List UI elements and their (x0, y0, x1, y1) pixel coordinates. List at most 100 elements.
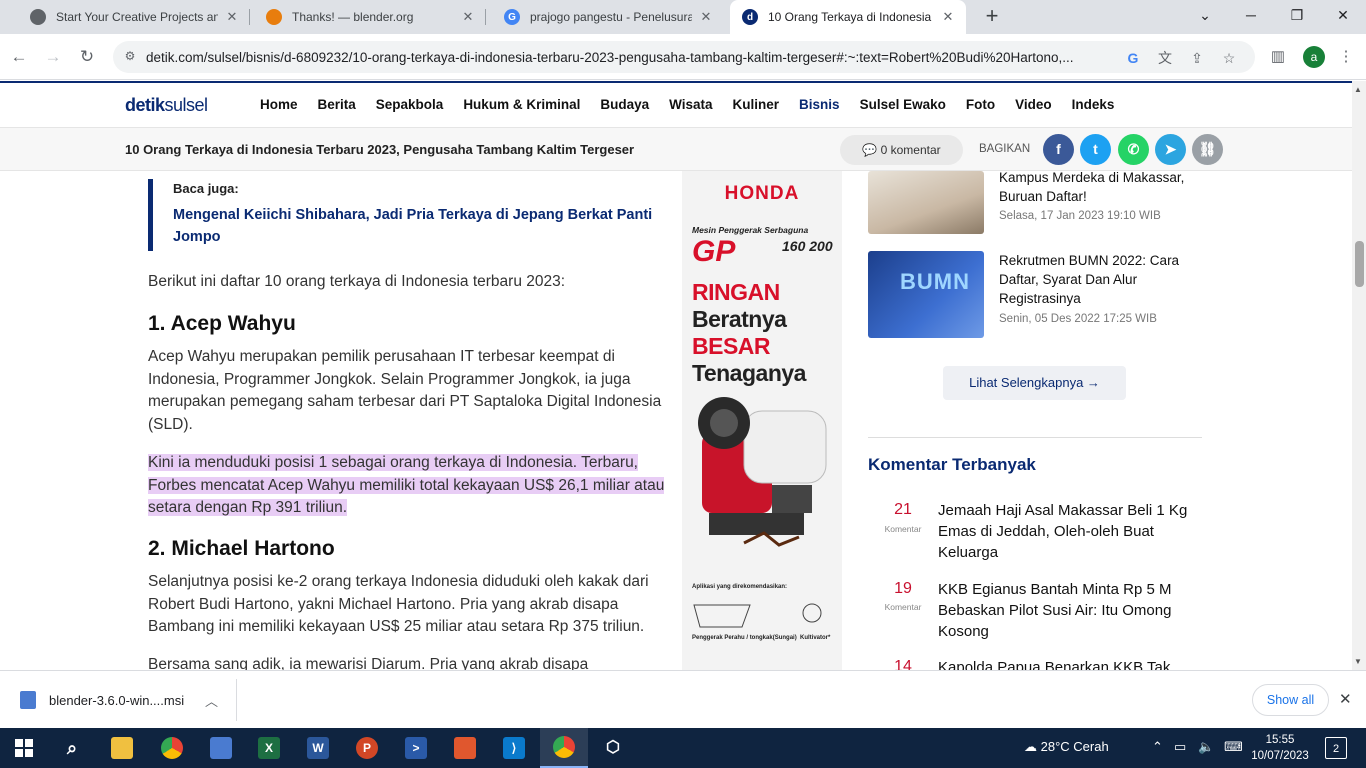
close-icon[interactable]: ✕ (1339, 690, 1352, 708)
nav-wisata[interactable]: Wisata (669, 97, 712, 112)
nav-berita[interactable]: Berita (318, 97, 356, 112)
komentar-count-3: 14 (894, 658, 912, 670)
volume-icon[interactable]: 🔈 (1198, 739, 1214, 755)
close-tab-icon[interactable]: ✕ (940, 9, 956, 25)
windows-logo-icon (15, 739, 33, 757)
side-panel-icon[interactable]: ▥ (1268, 47, 1288, 65)
download-filename[interactable]: blender-3.6.0-win....msi (49, 693, 184, 708)
unity-icon[interactable]: ⬡ (589, 728, 637, 768)
url-text[interactable]: detik.com/sulsel/bisnis/d-6809232/10-ora… (146, 50, 1136, 65)
twitter-icon[interactable]: t (1080, 134, 1111, 165)
lihat-selengkapnya-button[interactable]: Lihat Selengkapnya → (943, 366, 1126, 400)
heading-acep-wahyu: 1. Acep Wahyu (148, 312, 296, 335)
close-tab-icon[interactable]: ✕ (224, 9, 240, 25)
nav-video[interactable]: Video (1015, 97, 1052, 112)
show-all-button[interactable]: Show all (1252, 684, 1329, 716)
vscode-icon[interactable]: ⟩ (490, 728, 538, 768)
close-window-button[interactable]: ✕ (1320, 0, 1366, 30)
maximize-button[interactable]: ❐ (1274, 0, 1320, 30)
start-button[interactable] (0, 728, 48, 768)
google-lens-icon[interactable]: G (1123, 48, 1143, 68)
tab-detik-active[interactable]: d 10 Orang Terkaya di Indonesia T ✕ (730, 0, 966, 34)
share-label: BAGIKAN (979, 143, 1031, 155)
tab-search-icon[interactable]: ⌄ (1182, 0, 1228, 30)
honda-advertisement[interactable]: HONDA Mesin Penggerak Serbaguna GP 160 2… (682, 171, 842, 670)
powershell-glyph: > (405, 737, 427, 759)
menu-icon[interactable]: ⋮ (1336, 47, 1356, 65)
chrome-active-icon[interactable] (540, 728, 588, 768)
detik-logo[interactable]: detiksulsel (125, 95, 208, 116)
tab-blender-thanks[interactable]: Thanks! — blender.org ✕ (254, 0, 486, 34)
komentar-item-3[interactable]: Kapolda Papua Benarkan KKB Tak (938, 657, 1203, 670)
ad-footnote: Aplikasi yang direkomendasikan: (692, 584, 788, 590)
new-tab-button[interactable]: + (980, 5, 1004, 29)
installer-app-icon[interactable] (197, 728, 245, 768)
keyboard-icon[interactable]: ⌨ (1224, 739, 1243, 755)
address-bar[interactable]: ⚙ detik.com/sulsel/bisnis/d-6809232/10-o… (113, 41, 1255, 73)
nav-sepakbola[interactable]: Sepakbola (376, 97, 444, 112)
network-icon[interactable]: ▭ (1174, 739, 1186, 755)
forward-icon[interactable]: → (41, 45, 65, 69)
web-page: detiksulsel Home Berita Sepakbola Hukum … (0, 81, 1352, 670)
scroll-up-icon[interactable]: ▲ (1354, 85, 1362, 94)
article-intro: Berikut ini daftar 10 orang terkaya di I… (148, 273, 566, 290)
file-explorer-icon[interactable] (98, 728, 146, 768)
installer-glyph (210, 737, 232, 759)
chevron-up-icon[interactable]: ⌃ (1152, 739, 1163, 755)
ad-model-numbers: 160 200 (782, 238, 833, 254)
komentar-item-1[interactable]: Jemaah Haji Asal Makassar Beli 1 Kg Emas… (938, 500, 1203, 563)
scrollbar-thumb[interactable] (1355, 241, 1364, 287)
chrome-icon[interactable] (148, 728, 196, 768)
tab-blender-studio[interactable]: Start Your Creative Projects and ✕ (18, 0, 250, 34)
sidebar-item-1-title[interactable]: Kampus Merdeka di Makassar, Buruan Dafta… (999, 168, 1204, 206)
nav-foto[interactable]: Foto (966, 97, 995, 112)
back-icon[interactable]: ← (7, 45, 31, 69)
app-icon[interactable] (441, 728, 489, 768)
translate-icon[interactable]: 文 (1155, 48, 1175, 68)
reload-icon[interactable]: ↻ (75, 45, 99, 69)
close-tab-icon[interactable]: ✕ (460, 9, 476, 25)
minimize-button[interactable]: ─ (1228, 0, 1274, 30)
comment-button[interactable]: 💬 0 komentar (840, 135, 963, 165)
excel-icon[interactable]: X (245, 728, 293, 768)
app-glyph (454, 737, 476, 759)
share-icon[interactable]: ⇪ (1187, 48, 1207, 68)
search-icon[interactable]: ⌕ (48, 728, 96, 768)
weather-widget[interactable]: ☁ 28°C Cerah (1024, 739, 1109, 755)
copy-link-icon[interactable]: ⛓ (1192, 134, 1223, 165)
komentar-item-2[interactable]: KKB Egianus Bantah Minta Rp 5 M Bebaskan… (938, 579, 1203, 642)
site-info-icon[interactable]: ⚙ (122, 49, 138, 65)
ad-line-ringan: RINGAN (692, 279, 780, 305)
komentar-count-1: 21 (894, 501, 912, 518)
close-tab-icon[interactable]: ✕ (698, 9, 714, 25)
cube-glyph: ⬡ (606, 739, 620, 756)
powerpoint-icon[interactable]: P (343, 728, 391, 768)
page-scrollbar[interactable]: ▲ ▼ (1352, 81, 1366, 670)
word-icon[interactable]: W (294, 728, 342, 768)
profile-avatar[interactable]: a (1303, 46, 1325, 68)
chevron-up-icon[interactable]: ︿ (205, 691, 218, 710)
system-clock[interactable]: 15:55 10/07/2023 (1248, 732, 1312, 764)
nav-bisnis[interactable]: Bisnis (799, 97, 840, 112)
powerpoint-glyph: P (356, 737, 378, 759)
komentar-terbanyak-heading: Komentar Terbanyak (868, 455, 1036, 474)
nav-sulsel-ewako[interactable]: Sulsel Ewako (860, 97, 946, 112)
whatsapp-icon[interactable]: ✆ (1118, 134, 1149, 165)
nav-home[interactable]: Home (260, 97, 298, 112)
clock-date: 10/07/2023 (1251, 750, 1309, 762)
facebook-icon[interactable]: f (1043, 134, 1074, 165)
tab-google-search[interactable]: G prajogo pangestu - Penelusuran ✕ (492, 0, 724, 34)
sidebar-item-2-title[interactable]: Rekrutmen BUMN 2022: Cara Daftar, Syarat… (999, 251, 1204, 308)
scroll-down-icon[interactable]: ▼ (1354, 657, 1362, 666)
powershell-icon[interactable]: > (392, 728, 440, 768)
nav-kuliner[interactable]: Kuliner (733, 97, 780, 112)
thumbnail-kampus-merdeka[interactable] (868, 171, 984, 234)
notification-center-icon[interactable]: 2 (1325, 737, 1347, 759)
bookmark-star-icon[interactable]: ☆ (1219, 48, 1239, 68)
nav-budaya[interactable]: Budaya (600, 97, 649, 112)
baca-juga-link[interactable]: Mengenal Keiichi Shibahara, Jadi Pria Te… (173, 204, 668, 248)
telegram-icon[interactable]: ➤ (1155, 134, 1186, 165)
nav-indeks[interactable]: Indeks (1072, 97, 1115, 112)
thumbnail-bumn[interactable]: BUMN (868, 251, 984, 338)
nav-hukum-kriminal[interactable]: Hukum & Kriminal (463, 97, 580, 112)
